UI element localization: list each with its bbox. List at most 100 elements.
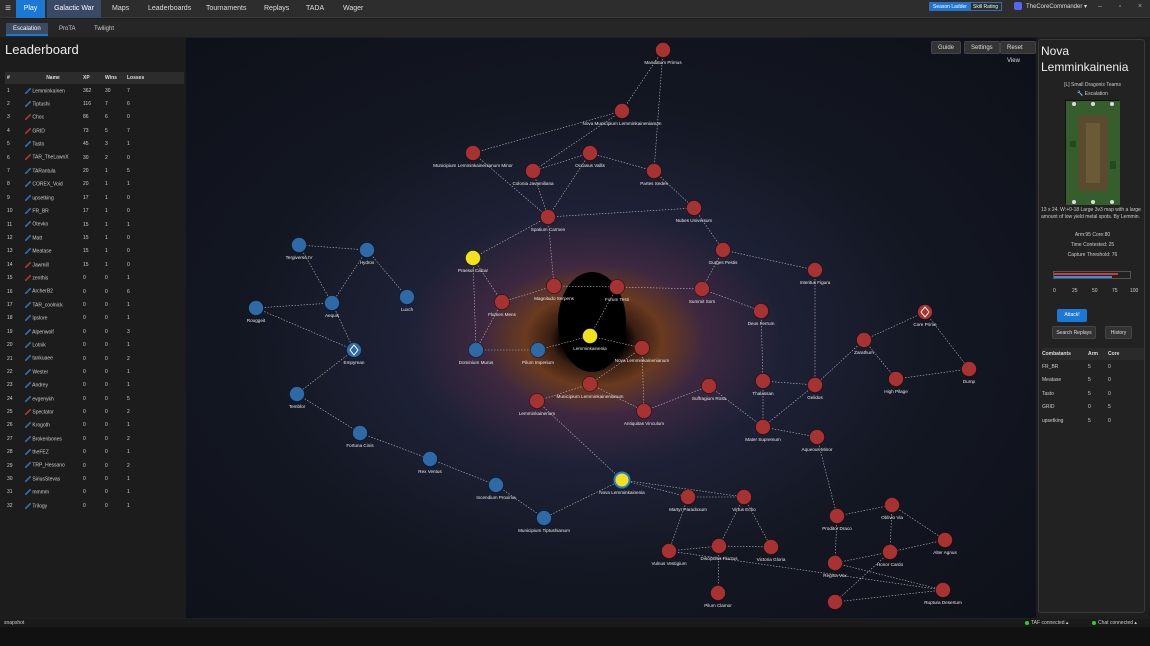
planet-node[interactable] bbox=[494, 294, 510, 310]
planet-virtus-echo[interactable]: Virtus Echo bbox=[732, 489, 756, 513]
leaderboard-row[interactable]: 20 Lotnik 0 0 1 bbox=[5, 338, 184, 351]
galaxy-map[interactable]: Mandatum Primus Nova Municipium Lemminkai… bbox=[186, 38, 1036, 618]
leaderboard-row[interactable]: 22 Wester 0 0 1 bbox=[5, 365, 184, 378]
season-ladder-button[interactable]: Season Ladder bbox=[929, 2, 971, 11]
nav-tab-tournaments[interactable]: Tournaments bbox=[199, 0, 253, 18]
col-xp[interactable]: XP bbox=[81, 72, 103, 84]
planet-gelidus[interactable]: Gelidus bbox=[807, 377, 823, 401]
planet-node[interactable] bbox=[686, 200, 702, 216]
nav-tab-tada[interactable]: TADA bbox=[299, 0, 331, 18]
planet-oblivio-via[interactable]: Oblivio Via bbox=[881, 497, 903, 521]
nav-tab-leaderboards[interactable]: Leaderboards bbox=[141, 0, 198, 18]
planet-node[interactable] bbox=[827, 594, 843, 610]
player-name[interactable]: upsetking bbox=[23, 191, 81, 204]
planet-martyr-paradoxum[interactable]: Martyr Paradoxum bbox=[669, 489, 707, 513]
leaderboard-row[interactable]: 29 TRP_Hessano 0 0 2 bbox=[5, 459, 184, 472]
leaderboard-row[interactable]: 15 zenthis 0 0 1 bbox=[5, 271, 184, 284]
leaderboard-row[interactable]: 13 Meatase 15 1 0 bbox=[5, 245, 184, 258]
leaderboard-row[interactable]: 14 Jawmill 15 1 0 bbox=[5, 258, 184, 271]
planet-node[interactable] bbox=[582, 328, 598, 344]
planet-dump[interactable]: Dump bbox=[961, 361, 977, 385]
planet-node[interactable] bbox=[661, 543, 677, 559]
planet-node[interactable] bbox=[809, 429, 825, 445]
subtab-prota[interactable]: ProTA bbox=[52, 23, 83, 36]
planet-pilum-clamor[interactable]: Pilum Clamor bbox=[704, 585, 732, 609]
player-name[interactable]: Andrey bbox=[23, 379, 81, 392]
player-name[interactable]: theFEZ bbox=[23, 446, 81, 459]
settings-button[interactable]: Settings bbox=[964, 41, 1000, 54]
col-rank[interactable]: # bbox=[5, 72, 23, 84]
nav-tab-replays[interactable]: Replays bbox=[257, 0, 296, 18]
planet-rouggeit[interactable]: Rouggeit bbox=[247, 300, 266, 324]
attack-button[interactable]: Attack! bbox=[1057, 309, 1087, 322]
planet-node[interactable] bbox=[882, 544, 898, 560]
planet-fortuna-cinis[interactable]: Fortuna Cinis bbox=[346, 425, 374, 449]
planet-node[interactable] bbox=[763, 539, 779, 555]
player-name[interactable]: Krogoth bbox=[23, 419, 81, 432]
planet-node[interactable] bbox=[352, 425, 368, 441]
leaderboard-row[interactable]: 2 Tiptushi 116 7 6 bbox=[5, 97, 184, 110]
planet-node[interactable] bbox=[359, 242, 375, 258]
player-name[interactable]: Ipslore bbox=[23, 312, 81, 325]
planet-antiquitas-vinculum[interactable]: Antiquitas Vinculum bbox=[624, 403, 664, 427]
planet-node[interactable] bbox=[753, 303, 769, 319]
leaderboard-row[interactable]: 16 ArcherB2 0 0 6 bbox=[5, 285, 184, 298]
leaderboard-row[interactable]: 3 Choc 86 6 0 bbox=[5, 111, 184, 124]
player-name[interactable]: tankuaee bbox=[23, 352, 81, 365]
planet-aequis[interactable]: Aequis bbox=[324, 295, 340, 319]
leaderboard-row[interactable]: 1 Lemminkainen 362 30 7 bbox=[5, 84, 184, 97]
minimize-button[interactable]: – bbox=[1094, 2, 1106, 12]
planet-node[interactable] bbox=[536, 510, 552, 526]
search-replays-button[interactable]: Search Replays bbox=[1052, 326, 1096, 339]
planet-node[interactable] bbox=[736, 489, 752, 505]
planet-nova-lemminkainenia[interactable]: Nova Lemminkainenia bbox=[599, 471, 645, 496]
planet-municipium-lemminkainenianum-minor[interactable]: Municipium Lemminkainenianum Minor bbox=[433, 145, 513, 169]
taf-status[interactable]: TAF connected ▴ bbox=[1025, 620, 1068, 626]
subtab-twilight[interactable]: Twilight bbox=[87, 23, 121, 36]
planet-node[interactable] bbox=[468, 342, 484, 358]
planet-node[interactable] bbox=[614, 103, 630, 119]
chat-status[interactable]: Chat connected ▴ bbox=[1092, 620, 1137, 626]
planet-proditor-draco[interactable]: Proditor Draco bbox=[822, 508, 852, 532]
player-name[interactable]: Matt bbox=[23, 231, 81, 244]
planet-node[interactable] bbox=[530, 342, 546, 358]
planet-node[interactable] bbox=[540, 209, 556, 225]
player-name[interactable]: SiriusStevas bbox=[23, 472, 81, 485]
planet-node[interactable] bbox=[655, 42, 671, 58]
col-name[interactable]: Name bbox=[23, 72, 81, 84]
subtab-escalation[interactable]: Escalation bbox=[6, 23, 48, 36]
player-name[interactable]: Spectator bbox=[23, 405, 81, 418]
player-name[interactable]: Lemminkainen bbox=[23, 84, 81, 97]
planet-hydros[interactable]: Hydros bbox=[359, 242, 375, 266]
planet-victoria-gloria[interactable]: Victoria Gloria bbox=[757, 539, 786, 563]
planet-temblor[interactable]: Temblor bbox=[289, 386, 306, 410]
player-name[interactable]: TRP_Hessano bbox=[23, 459, 81, 472]
col-losses[interactable]: Losses bbox=[125, 72, 184, 84]
leaderboard-row[interactable]: 11 Otevko 15 1 1 bbox=[5, 218, 184, 231]
planet-node[interactable] bbox=[399, 289, 415, 305]
planet-zarathum[interactable]: Zarathum bbox=[854, 332, 874, 356]
planet-honor-cardo[interactable]: Honor Cardo bbox=[877, 544, 904, 568]
player-name[interactable]: TARantula bbox=[23, 164, 81, 177]
leaderboard-row[interactable]: 19 Alpenwolf 0 0 3 bbox=[5, 325, 184, 338]
planet-node[interactable] bbox=[888, 371, 904, 387]
player-name[interactable]: Otevko bbox=[23, 218, 81, 231]
planet-flumen-mens[interactable]: Flumen Mens bbox=[488, 294, 517, 318]
planet-municipium-tiptushianum[interactable]: Municipium Tiptushianum bbox=[518, 510, 570, 534]
player-name[interactable]: Meatase bbox=[23, 245, 81, 258]
planet-node[interactable] bbox=[937, 532, 953, 548]
planet-node[interactable] bbox=[856, 332, 872, 348]
player-name[interactable]: GRID bbox=[23, 124, 81, 137]
player-name[interactable]: Lotnik bbox=[23, 338, 81, 351]
leaderboard-row[interactable]: 28 theFEZ 0 0 1 bbox=[5, 446, 184, 459]
player-name[interactable]: FR_BR bbox=[23, 205, 81, 218]
nav-tab-maps[interactable]: Maps bbox=[105, 0, 136, 18]
history-button[interactable]: History bbox=[1105, 326, 1132, 339]
planet-node[interactable] bbox=[488, 477, 504, 493]
player-name[interactable]: TAR_TheLawnX bbox=[23, 151, 81, 164]
planet-node[interactable] bbox=[807, 377, 823, 393]
player-name[interactable]: Trilogy bbox=[23, 499, 81, 512]
planet-node[interactable] bbox=[935, 582, 951, 598]
col-wins[interactable]: Wins bbox=[103, 72, 125, 84]
planet-node[interactable] bbox=[807, 262, 823, 278]
